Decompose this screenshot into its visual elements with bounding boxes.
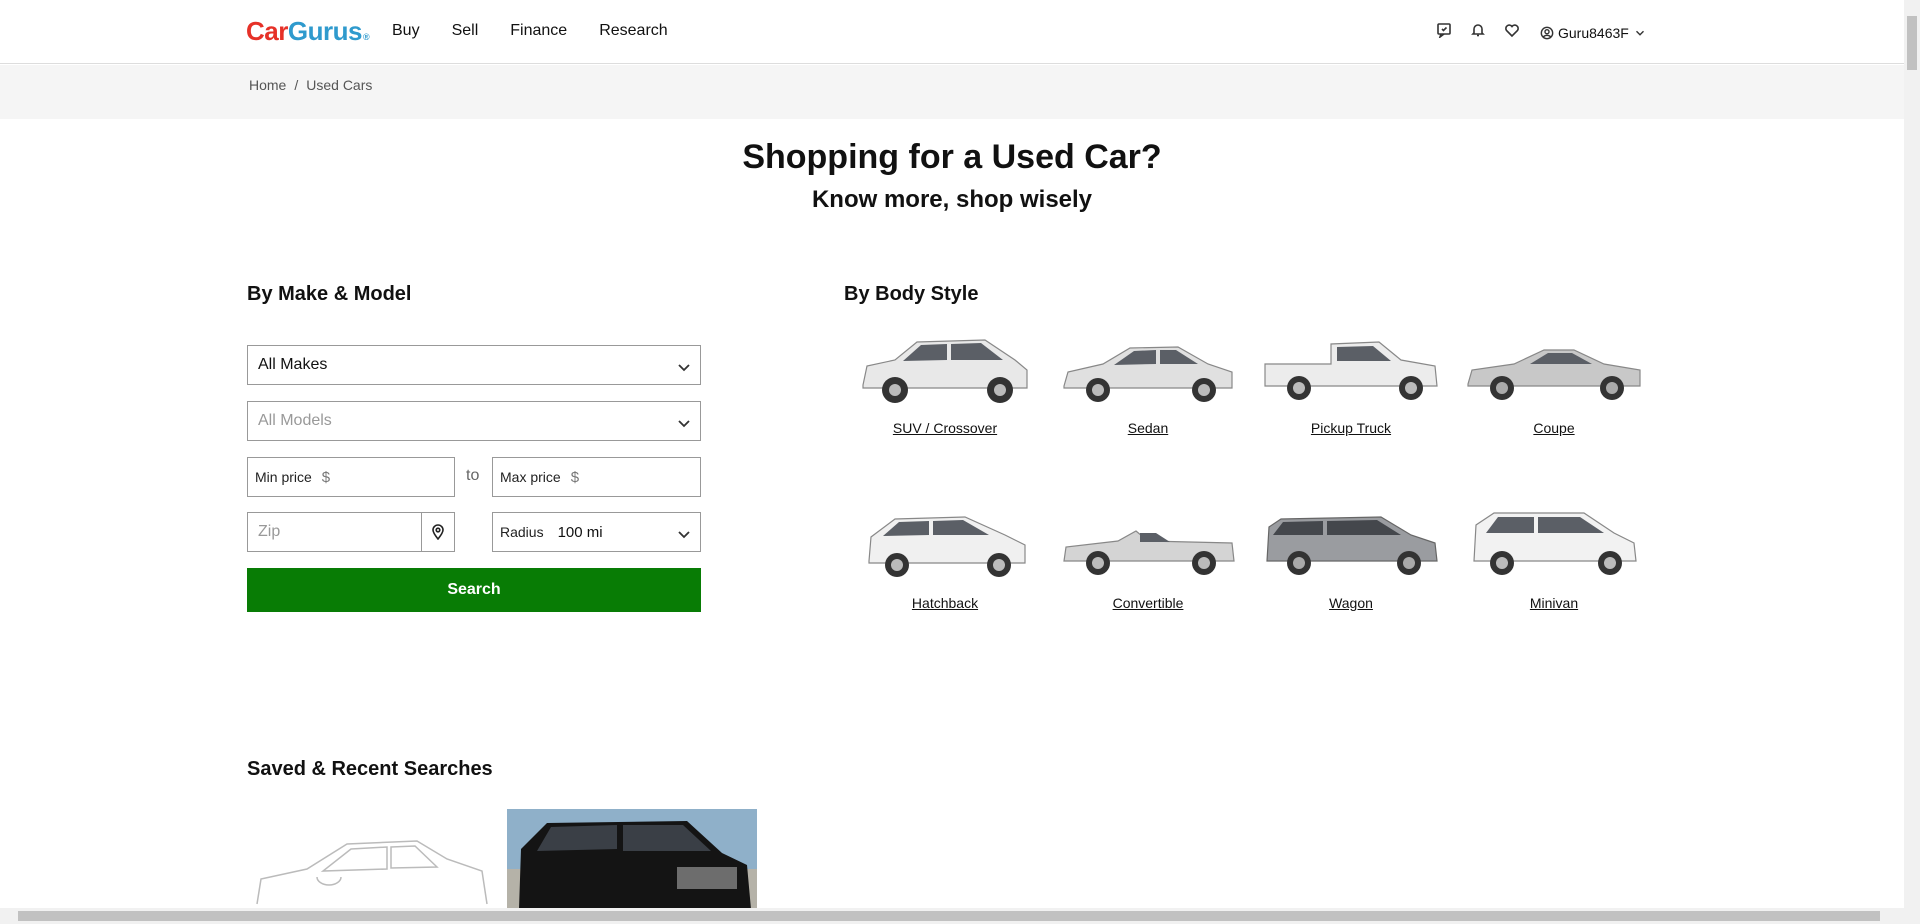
- body-style-hatchback[interactable]: Hatchback: [850, 505, 1040, 611]
- cargurus-logo[interactable]: Car Gurus ®: [246, 16, 370, 47]
- hatchback-image: [868, 516, 1026, 577]
- min-price-field[interactable]: Min price $: [247, 457, 455, 497]
- message-icon[interactable]: [1436, 22, 1452, 43]
- bell-icon[interactable]: [1470, 22, 1486, 43]
- horizontal-scrollbar-thumb[interactable]: [18, 911, 1880, 921]
- username: Guru8463F: [1558, 24, 1629, 41]
- body-style-sedan[interactable]: Sedan: [1053, 330, 1243, 436]
- breadcrumb-band: Home / Used Cars: [0, 65, 1904, 119]
- chevron-down-icon: [678, 416, 690, 428]
- page-subtitle: Know more, shop wisely: [811, 186, 1093, 213]
- page-title: Shopping for a Used Car?: [742, 138, 1162, 176]
- nav-research[interactable]: Research: [599, 22, 667, 40]
- convertible-image: [1063, 530, 1235, 575]
- body-style-wagon[interactable]: Wagon: [1256, 505, 1446, 611]
- makes-select[interactable]: All Makes: [247, 345, 701, 385]
- coupe-image: [1467, 349, 1641, 400]
- zip-input[interactable]: Zip: [247, 512, 422, 552]
- heart-icon[interactable]: [1504, 22, 1520, 43]
- breadcrumb-current: Used Cars: [306, 77, 373, 93]
- radius-select[interactable]: Radius 100 mi: [492, 512, 701, 552]
- models-select[interactable]: All Models: [247, 401, 701, 441]
- chevron-down-icon: [1635, 30, 1644, 36]
- make-model-heading: By Make & Model: [247, 283, 412, 305]
- vertical-scrollbar[interactable]: [1904, 0, 1920, 924]
- pickup-truck-image: [1264, 341, 1438, 400]
- horizontal-scrollbar[interactable]: [0, 908, 1904, 924]
- suv-image: [862, 339, 1028, 403]
- minivan-image: [1473, 512, 1637, 575]
- body-style-convertible[interactable]: Convertible: [1053, 505, 1243, 611]
- saved-searches-heading: Saved & Recent Searches: [247, 758, 493, 780]
- recent-search-card[interactable]: [507, 809, 757, 909]
- locate-button[interactable]: [421, 512, 455, 552]
- location-pin-icon: [431, 524, 444, 540]
- main-nav: Buy Sell Finance Research: [392, 22, 668, 40]
- site-header: Car Gurus ® Buy Sell Finance Research Guru…: [0, 0, 1904, 64]
- body-style-heading: By Body Style: [844, 283, 979, 305]
- nav-finance[interactable]: Finance: [510, 22, 567, 40]
- body-style-suv[interactable]: SUV / Crossover: [850, 330, 1040, 436]
- wagon-image: [1266, 516, 1438, 575]
- body-style-coupe[interactable]: Coupe: [1459, 330, 1649, 436]
- breadcrumb-separator: /: [294, 77, 299, 93]
- nav-sell[interactable]: Sell: [452, 22, 479, 40]
- search-button[interactable]: Search: [247, 568, 701, 612]
- car-outline-image: [256, 840, 488, 905]
- breadcrumb-home[interactable]: Home: [249, 77, 286, 93]
- user-menu[interactable]: Guru8463F: [1540, 25, 1647, 41]
- header-actions: Guru8463F: [1436, 22, 1647, 43]
- chevron-down-icon: [678, 527, 690, 539]
- vertical-scrollbar-thumb[interactable]: [1907, 16, 1917, 70]
- sedan-image: [1063, 346, 1233, 402]
- max-price-field[interactable]: Max price $: [492, 457, 701, 497]
- nav-buy[interactable]: Buy: [392, 22, 420, 40]
- suv-photo-image: [507, 809, 757, 909]
- breadcrumb: Home / Used Cars: [249, 77, 372, 93]
- user-icon: [1540, 26, 1554, 39]
- body-style-pickup-truck[interactable]: Pickup Truck: [1256, 330, 1446, 436]
- saved-search-card[interactable]: [247, 809, 497, 909]
- price-to-label: to: [466, 467, 480, 484]
- chevron-down-icon: [678, 360, 690, 372]
- body-style-minivan[interactable]: Minivan: [1459, 505, 1649, 611]
